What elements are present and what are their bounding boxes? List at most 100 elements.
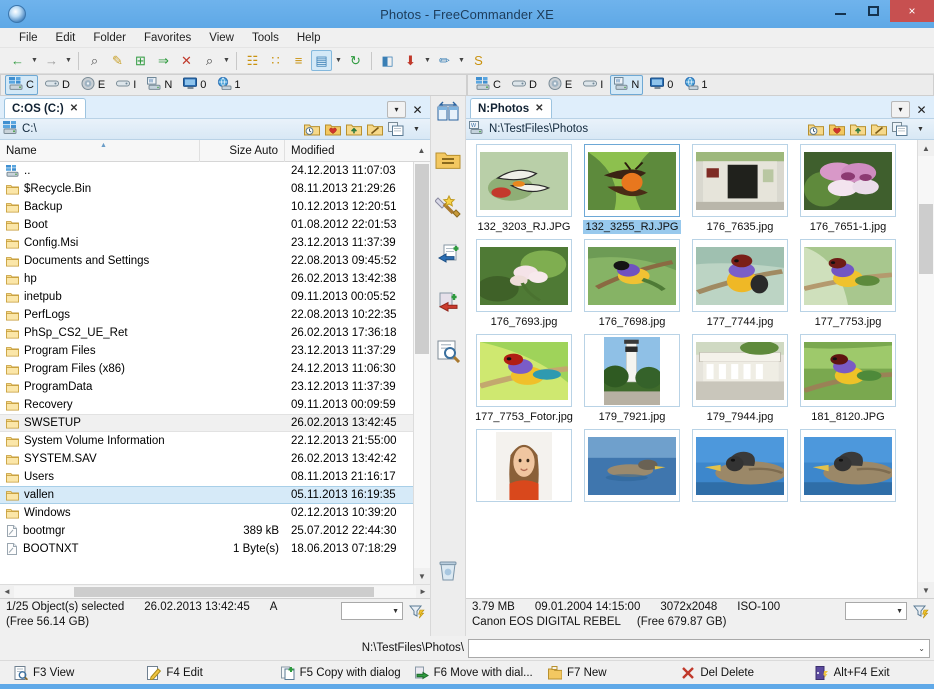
menu-view[interactable]: View <box>200 30 243 46</box>
table-row[interactable]: Backup 10.12.2013 12:20:51 <box>0 198 413 216</box>
right-tab-list-dropdown[interactable]: ▾ <box>891 101 910 118</box>
trash-icon[interactable] <box>435 558 461 584</box>
table-row[interactable]: PerfLogs 22.08.2013 10:22:35 <box>0 306 413 324</box>
left-panel-close-icon[interactable]: ✕ <box>408 101 427 118</box>
favorites-icon[interactable] <box>435 194 461 220</box>
forward-icon[interactable]: → <box>41 50 62 71</box>
copy-left-icon[interactable] <box>435 242 461 268</box>
right-scroll-down-icon[interactable]: ▼ <box>918 582 934 598</box>
table-row[interactable]: Boot 01.08.2012 22:01:53 <box>0 216 413 234</box>
column-header-name[interactable]: Name ▲ <box>0 139 200 162</box>
left-scroll-down-icon[interactable]: ▼ <box>414 568 430 584</box>
filter-icon[interactable] <box>407 602 427 620</box>
left-tab-close-icon[interactable]: ✕ <box>70 103 78 114</box>
thumbnail-item[interactable] <box>796 429 900 512</box>
left-drive-e[interactable]: E <box>77 75 109 95</box>
left-drive-c[interactable]: C <box>5 75 38 95</box>
swap-panels-icon[interactable] <box>435 98 461 124</box>
close-button[interactable]: × <box>890 0 934 22</box>
left-hscroll-track[interactable] <box>14 585 416 598</box>
thumbnail-image[interactable] <box>800 429 896 502</box>
thumbnail-image[interactable] <box>692 334 788 407</box>
function-key-del[interactable]: Del Delete <box>667 666 800 680</box>
thumbnail-item[interactable]: 177_7744.jpg <box>688 239 792 334</box>
right-favorites-icon[interactable] <box>828 121 845 137</box>
thumbnail-image[interactable] <box>692 429 788 502</box>
chevron-down-icon[interactable]: ⌄ <box>918 644 925 653</box>
left-tab[interactable]: C:OS (C:) ✕ <box>4 98 87 118</box>
thumbnail-image[interactable] <box>800 144 896 217</box>
multi-rename-icon[interactable]: ✏ <box>434 50 455 71</box>
thumbnail-image[interactable] <box>584 239 680 312</box>
thumbnail-image[interactable] <box>584 429 680 502</box>
thumbnail-item[interactable]: 181_8120.JPG <box>796 334 900 429</box>
left-recent-folders-icon[interactable] <box>303 121 320 137</box>
right-root-folder-icon[interactable] <box>870 121 887 137</box>
left-favorites-icon[interactable] <box>324 121 341 137</box>
right-recent-folders-icon[interactable] <box>807 121 824 137</box>
menu-folder[interactable]: Folder <box>84 30 135 46</box>
thumbnail-item[interactable]: 177_7753.jpg <box>796 239 900 334</box>
thumbnail-image[interactable] <box>476 429 572 502</box>
left-hscroll-left-icon[interactable]: ◄ <box>0 587 14 596</box>
function-key-f5[interactable]: F5 Copy with dialog <box>267 666 401 680</box>
minimize-button[interactable] <box>824 0 857 22</box>
right-drive-c[interactable]: C <box>472 75 505 95</box>
pack-icon[interactable]: ⬇ <box>400 50 421 71</box>
table-row[interactable]: Windows 02.12.2013 10:39:20 <box>0 504 413 522</box>
table-row[interactable]: Config.Msi 23.12.2013 11:37:39 <box>0 234 413 252</box>
thumbnail-item[interactable]: 132_3255_RJ.JPG <box>580 144 684 239</box>
view-icon[interactable]: ⌕ <box>84 50 105 71</box>
left-hscroll-thumb[interactable] <box>74 586 374 597</box>
function-key-f6[interactable]: F6 Move with dial... <box>401 666 534 680</box>
left-hscroll-right-icon[interactable]: ► <box>416 587 430 596</box>
thumbnail-view-icon[interactable]: ▤ <box>311 50 332 71</box>
thumbnail-item[interactable] <box>580 429 684 512</box>
function-key-f7[interactable]: F7 New <box>534 665 667 680</box>
table-row[interactable]: bootmgr 389 kB 25.07.2012 22:44:30 <box>0 522 413 540</box>
left-parent-folder-icon[interactable] <box>345 121 362 137</box>
tree-view-icon[interactable]: ☷ <box>242 50 263 71</box>
table-row[interactable]: hp 26.02.2013 13:42:38 <box>0 270 413 288</box>
right-copy-path-icon[interactable] <box>891 121 908 137</box>
filter-icon[interactable] <box>911 602 931 620</box>
left-root-folder-icon[interactable] <box>366 121 383 137</box>
same-folder-icon[interactable] <box>435 146 461 172</box>
right-drive-0[interactable]: 0 <box>646 75 677 95</box>
function-key-f4[interactable]: F4 Edit <box>133 665 266 680</box>
table-row[interactable]: BOOTNXT 1 Byte(s) 18.06.2013 07:18:29 <box>0 540 413 558</box>
copy-icon[interactable]: ⊞ <box>130 50 151 71</box>
left-scroll-thumb[interactable] <box>415 164 429 354</box>
compare-icon[interactable] <box>435 338 461 364</box>
table-row[interactable]: Program Files 23.12.2013 11:37:29 <box>0 342 413 360</box>
table-row[interactable]: PhSp_CS2_UE_Ret 26.02.2013 17:36:18 <box>0 324 413 342</box>
left-path-bar[interactable]: C:\ ▼ <box>0 118 430 140</box>
right-tab-close-icon[interactable]: ✕ <box>535 103 543 114</box>
move-icon[interactable]: ⇒ <box>153 50 174 71</box>
left-drive-d[interactable]: D <box>41 75 74 95</box>
command-input[interactable]: ⌄ <box>468 638 930 658</box>
search-icon[interactable]: ⌕ <box>199 50 220 71</box>
left-drive-n[interactable]: WN <box>143 75 176 95</box>
thumbnail-image[interactable] <box>800 334 896 407</box>
thumbnail-item[interactable]: 176_7693.jpg <box>472 239 576 334</box>
thumbnail-item[interactable]: 179_7921.jpg <box>580 334 684 429</box>
table-row[interactable]: Program Files (x86) 24.12.2013 11:06:30 <box>0 360 413 378</box>
right-drive-1[interactable]: 1 <box>680 75 711 95</box>
edit-icon[interactable]: ✎ <box>107 50 128 71</box>
thumbnail-item[interactable] <box>472 429 576 512</box>
thumbnail-item[interactable]: 176_7698.jpg <box>580 239 684 334</box>
thumbnail-item[interactable]: 176_7651-1.jpg <box>796 144 900 239</box>
move-right-icon[interactable] <box>435 290 461 316</box>
function-key-f3[interactable]: F3 View <box>0 665 133 680</box>
right-drive-d[interactable]: D <box>508 75 541 95</box>
table-row[interactable]: ProgramData 23.12.2013 11:37:39 <box>0 378 413 396</box>
refresh-icon[interactable]: ↻ <box>345 50 366 71</box>
open-folder-icon[interactable]: ◧ <box>377 50 398 71</box>
large-icons-view-icon[interactable]: ∷ <box>265 50 286 71</box>
thumbnail-image[interactable] <box>476 144 572 217</box>
search-dropdown-icon[interactable]: ▼ <box>221 50 232 71</box>
menu-favorites[interactable]: Favorites <box>135 30 200 46</box>
table-row[interactable]: Documents and Settings 22.08.2013 09:45:5… <box>0 252 413 270</box>
back-dropdown-icon[interactable]: ▼ <box>29 50 40 71</box>
